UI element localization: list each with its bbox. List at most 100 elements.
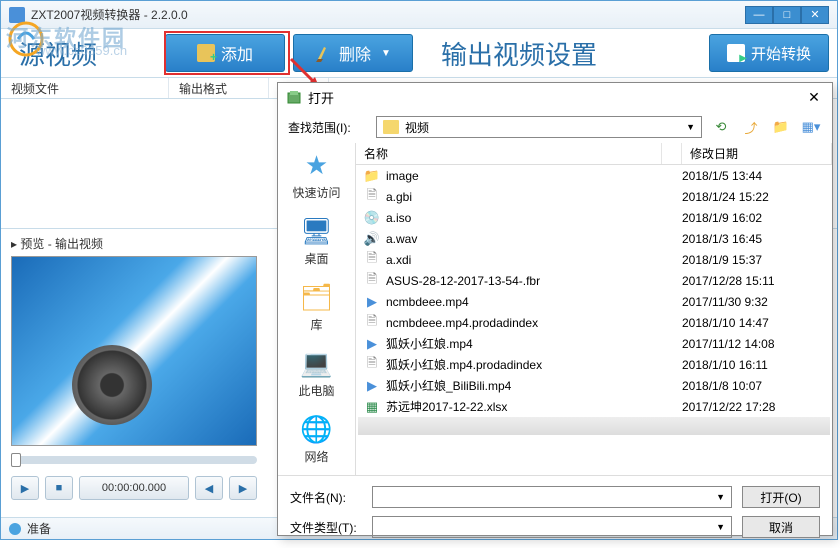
file-date: 2017/11/30 9:32 xyxy=(682,295,832,309)
file-row[interactable]: 🔊a.wav2018/1/3 16:45 xyxy=(356,228,832,249)
file-name: a.gbi xyxy=(386,190,682,204)
file-row[interactable]: 💿 a.iso2018/1/9 16:02 xyxy=(356,207,832,228)
prev-frame-button[interactable]: ◀ xyxy=(195,476,223,500)
slider-thumb[interactable] xyxy=(11,453,21,467)
open-button[interactable]: 打开(O) xyxy=(742,486,820,508)
place-desktop[interactable]: 🖥 桌面 xyxy=(301,215,333,267)
file-row[interactable]: ▶狐妖小红娘.mp42017/11/12 14:08 xyxy=(356,333,832,354)
libraries-icon: 🗂 xyxy=(301,281,333,313)
desktop-icon: 🖥 xyxy=(301,215,333,247)
file-icon: 🗎 xyxy=(364,189,380,205)
place-quick-access[interactable]: ★ 快速访问 xyxy=(292,149,340,201)
file-date: 2018/1/10 16:11 xyxy=(682,358,832,372)
file-icon: 🗎 xyxy=(364,357,380,373)
stop-button[interactable]: ■ xyxy=(45,476,73,500)
file-row[interactable]: 📁 image2018/1/5 13:44 xyxy=(356,165,832,186)
play-button[interactable]: ▶ xyxy=(11,476,39,500)
file-name: 狐妖小红娘.mp4 xyxy=(386,335,682,352)
file-name: image xyxy=(386,169,682,183)
disc-icon: 💿 xyxy=(364,210,380,226)
places-bar: ★ 快速访问 🖥 桌面 🗂 库 💻 此电脑 🌐 网络 xyxy=(278,143,356,475)
file-row[interactable]: 🗎a.xdi2018/1/9 15:37 xyxy=(356,249,832,270)
filetype-label: 文件类型(T): xyxy=(290,519,362,536)
video-icon: ▶ xyxy=(364,294,380,310)
seek-slider[interactable] xyxy=(11,456,257,464)
minimize-button[interactable]: — xyxy=(745,6,773,24)
folder-icon: 📁 xyxy=(364,168,380,184)
time-display: 00:00:00.000 xyxy=(79,476,189,500)
add-file-icon xyxy=(197,44,215,62)
scrollbar-track[interactable] xyxy=(358,417,830,435)
video-icon: ▶ xyxy=(364,378,380,394)
file-date: 2018/1/10 14:47 xyxy=(682,316,832,330)
file-name: ncmbdeee.mp4 xyxy=(386,295,682,309)
pc-icon: 💻 xyxy=(300,347,332,379)
status-icon xyxy=(9,523,21,535)
file-row[interactable]: ▦ 苏远坤2017-12-22.xlsx2017/12/22 17:28 xyxy=(356,396,832,417)
up-button[interactable]: ⤴ xyxy=(740,116,762,138)
file-name: ASUS-28-12-2017-13-54-.fbr xyxy=(386,274,682,288)
place-this-pc[interactable]: 💻 此电脑 xyxy=(298,347,334,399)
file-date: 2018/1/24 15:22 xyxy=(682,190,832,204)
file-name: ncmbdeee.mp4.prodadindex xyxy=(386,316,682,330)
col-output-format[interactable]: 输出格式 xyxy=(169,78,269,98)
file-name: 狐妖小红娘.mp4.prodadindex xyxy=(386,356,682,373)
file-name: a.wav xyxy=(386,232,682,246)
lookin-label: 查找范围(I): xyxy=(288,119,368,136)
new-folder-button[interactable]: 📁 xyxy=(770,116,792,138)
open-dialog: 打开 ✕ 查找范围(I): 视频 ▼ ⟲ ⤴ 📁 ▦▾ ★ 快速访问 🖥 桌面 … xyxy=(277,82,833,536)
next-frame-button[interactable]: ▶ xyxy=(229,476,257,500)
start-convert-button[interactable]: 开始转换 xyxy=(709,34,829,72)
filetype-combo[interactable]: ▼ xyxy=(372,516,732,538)
file-date: 2018/1/9 15:37 xyxy=(682,253,832,267)
window-title: ZXT2007视频转换器 - 2.2.0.0 xyxy=(31,6,745,23)
dialog-icon xyxy=(286,89,302,105)
watermark: 河东软件园 www.pc0359.cn xyxy=(6,21,126,53)
file-date: 2017/12/28 15:11 xyxy=(682,274,832,288)
xls-icon: ▦ xyxy=(364,399,380,415)
video-icon: ▶ xyxy=(364,336,380,352)
file-row[interactable]: ▶ ncmbdeee.mp42017/11/30 9:32 xyxy=(356,291,832,312)
chevron-down-icon: ▼ xyxy=(686,122,695,132)
close-button[interactable]: ✕ xyxy=(801,6,829,24)
dropdown-icon: ▼ xyxy=(381,48,391,59)
file-row[interactable]: 🗎 ncmbdeee.mp4.prodadindex2018/1/10 14:47 xyxy=(356,312,832,333)
network-icon: 🌐 xyxy=(301,413,333,445)
file-date: 2018/1/8 10:07 xyxy=(682,379,832,393)
place-libraries[interactable]: 🗂 库 xyxy=(301,281,333,333)
file-row[interactable]: 🗎 狐妖小红娘.mp4.prodadindex2018/1/10 16:11 xyxy=(356,354,832,375)
status-text: 准备 xyxy=(27,520,51,537)
file-name: a.xdi xyxy=(386,253,682,267)
file-icon: 🗎 xyxy=(364,273,380,289)
film-reel-icon xyxy=(72,345,152,425)
convert-icon xyxy=(727,44,745,62)
lookin-combo[interactable]: 视频 ▼ xyxy=(376,116,702,138)
file-date: 2018/1/5 13:44 xyxy=(682,169,832,183)
audio-icon: 🔊 xyxy=(364,231,380,247)
add-button[interactable]: 添加 xyxy=(165,34,285,72)
header-name[interactable]: 名称 xyxy=(356,143,662,164)
file-date: 2017/12/22 17:28 xyxy=(682,400,832,414)
file-row[interactable]: ▶ 狐妖小红娘_BiliBili.mp42018/1/8 10:07 xyxy=(356,375,832,396)
file-name: 狐妖小红娘_BiliBili.mp4 xyxy=(386,377,682,394)
maximize-button[interactable]: □ xyxy=(773,6,801,24)
view-menu-button[interactable]: ▦▾ xyxy=(800,116,822,138)
dialog-title: 打开 xyxy=(308,88,804,107)
file-name: a.iso xyxy=(386,211,682,225)
folder-icon xyxy=(383,120,399,134)
filename-input[interactable]: ▼ xyxy=(372,486,732,508)
file-row[interactable]: 🗎 ASUS-28-12-2017-13-54-.fbr2017/12/28 15… xyxy=(356,270,832,291)
file-name: 苏远坤2017-12-22.xlsx xyxy=(386,398,682,415)
dialog-close-button[interactable]: ✕ xyxy=(804,87,824,107)
file-date: 2018/1/9 16:02 xyxy=(682,211,832,225)
place-network[interactable]: 🌐 网络 xyxy=(301,413,333,465)
back-button[interactable]: ⟲ xyxy=(710,116,732,138)
header-date[interactable]: 修改日期 xyxy=(682,143,832,164)
file-row[interactable]: 🗎 a.gbi2018/1/24 15:22 xyxy=(356,186,832,207)
header-description[interactable] xyxy=(662,143,682,164)
preview-image xyxy=(11,256,257,446)
col-video-file[interactable]: 视频文件 xyxy=(1,78,169,98)
filename-label: 文件名(N): xyxy=(290,489,362,506)
cancel-button[interactable]: 取消 xyxy=(742,516,820,538)
file-icon: 🗎 xyxy=(364,315,380,331)
